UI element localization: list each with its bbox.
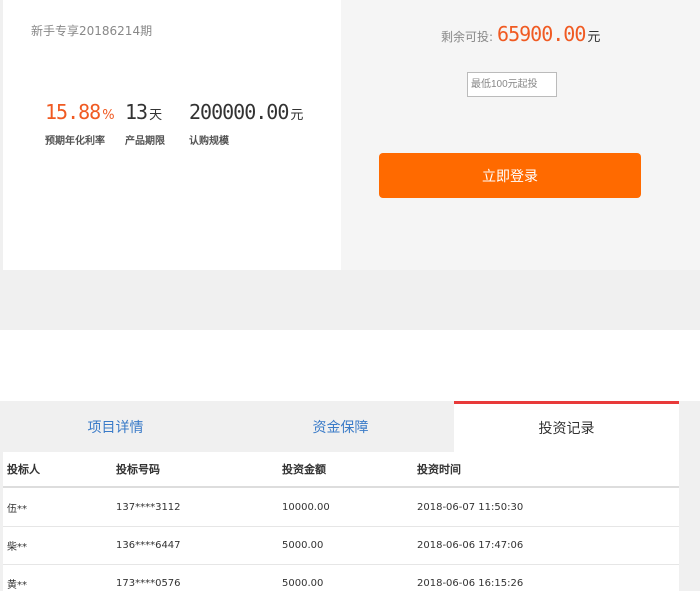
cell-investor: 黄** xyxy=(7,580,27,591)
term-label: 产品期限 xyxy=(125,136,165,147)
cell-amount: 5000.00 xyxy=(282,540,324,551)
remaining-label: 剩余可投: xyxy=(441,30,494,44)
section-spacer xyxy=(0,330,700,401)
cell-bid-number: 136****6447 xyxy=(116,540,181,551)
remaining-amount: 剩余可投: 65900.00 元 xyxy=(441,22,600,46)
header-time: 投资时间 xyxy=(417,463,461,476)
term-value: 13 xyxy=(125,100,148,124)
cell-investor: 伍** xyxy=(7,504,27,515)
table-row: 黄** 173****0576 5000.00 2018-06-06 16:15… xyxy=(3,565,679,591)
tab-fund-security[interactable]: 资金保障 xyxy=(228,401,453,452)
scale-value: 200000.00 xyxy=(189,100,289,124)
remaining-unit: 元 xyxy=(587,30,601,45)
investment-records-table: 投标人 投标号码 投资金额 投资时间 伍** 137****3112 10000… xyxy=(3,452,679,591)
cell-time: 2018-06-07 11:50:30 xyxy=(417,502,524,513)
rate-value: 15.88 xyxy=(45,100,101,124)
login-button[interactable]: 立即登录 xyxy=(379,153,641,198)
cell-amount: 5000.00 xyxy=(282,578,324,589)
rate-stat: 15.88% 预期年化利率 xyxy=(45,100,115,147)
product-title: 新手专享20186214期 xyxy=(31,24,153,38)
table-header: 投标人 投标号码 投资金额 投资时间 xyxy=(3,452,679,488)
product-info-card: 新手专享20186214期 15.88% 预期年化利率 13 天 产品期限 200… xyxy=(3,0,341,270)
cell-bid-number: 137****3112 xyxy=(116,502,181,513)
header-bid-number: 投标号码 xyxy=(116,463,160,476)
cell-investor: 柴** xyxy=(7,542,27,553)
table-row: 柴** 136****6447 5000.00 2018-06-06 17:47… xyxy=(3,527,679,565)
tab-investment-records[interactable]: 投资记录 xyxy=(454,401,679,452)
scale-unit: 元 xyxy=(290,108,304,123)
cell-time: 2018-06-06 16:15:26 xyxy=(417,578,524,589)
detail-tabs: 项目详情 资金保障 投资记录 xyxy=(3,401,679,452)
term-stat: 13 天 产品期限 xyxy=(125,100,165,147)
invest-panel: 剩余可投:65900.00元 立即登录 xyxy=(341,0,700,270)
cell-bid-number: 173****0576 xyxy=(116,578,181,589)
cell-amount: 10000.00 xyxy=(282,502,330,513)
remaining-value: 65900.00 xyxy=(497,22,586,46)
rate-unit: % xyxy=(102,108,115,123)
scale-stat: 200000.00 元 认购规模 xyxy=(189,100,303,147)
invest-amount-input[interactable] xyxy=(467,72,557,97)
table-row: 伍** 137****3112 10000.00 2018-06-07 11:5… xyxy=(3,489,679,527)
header-investor: 投标人 xyxy=(7,463,40,476)
tab-project-details[interactable]: 项目详情 xyxy=(3,401,228,452)
scale-label: 认购规模 xyxy=(189,136,229,147)
cell-time: 2018-06-06 17:47:06 xyxy=(417,540,524,551)
rate-label: 预期年化利率 xyxy=(45,136,105,147)
term-unit: 天 xyxy=(149,108,163,123)
header-amount: 投资金额 xyxy=(282,463,326,476)
